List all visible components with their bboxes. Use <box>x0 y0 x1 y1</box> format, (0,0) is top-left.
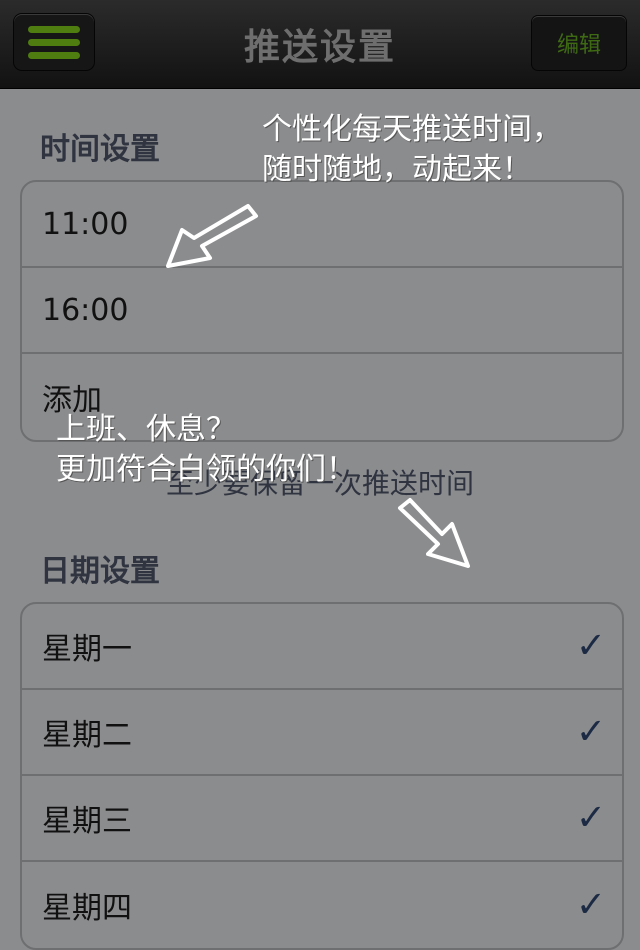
time-item[interactable]: 16:00 <box>22 268 622 354</box>
nav-bar: 推送设置 编辑 <box>0 0 640 89</box>
tutorial-note-line: 更加符合白领的你们！ <box>56 452 356 487</box>
date-item-thursday[interactable]: 星期四 ✓ <box>22 862 622 948</box>
date-item-label: 星期四 <box>42 891 132 926</box>
date-item-tuesday[interactable]: 星期二 ✓ <box>22 690 622 776</box>
checkmark-icon: ✓ <box>575 625 606 667</box>
checkmark-icon: ✓ <box>575 797 606 839</box>
edit-button[interactable]: 编辑 <box>532 16 626 70</box>
time-item[interactable]: 11:00 <box>22 182 622 268</box>
date-item-label: 星期一 <box>42 632 132 667</box>
date-item-monday[interactable]: 星期一 ✓ <box>22 604 622 690</box>
time-section-title: 时间设置 <box>40 132 160 167</box>
arrow-down-right-icon <box>398 498 470 568</box>
checkmark-icon: ✓ <box>575 711 606 753</box>
date-list: 星期一 ✓ 星期二 ✓ 星期三 ✓ 星期四 ✓ <box>20 602 624 950</box>
time-list: 11:00 16:00 添加 <box>20 180 624 442</box>
tutorial-note-line: 随时随地，动起来！ <box>262 152 532 187</box>
tutorial-note-line: 个性化每天推送时间， <box>262 112 562 147</box>
tutorial-note-top: 个性化每天推送时间， 随时随地，动起来！ <box>262 110 562 190</box>
menu-icon-line <box>28 38 80 46</box>
date-item-label: 星期二 <box>42 718 132 753</box>
tutorial-note-middle: 上班、休息？ 更加符合白领的你们！ <box>56 410 356 490</box>
time-item-label: 11:00 <box>42 206 129 242</box>
checkmark-icon: ✓ <box>575 884 606 926</box>
date-item-wednesday[interactable]: 星期三 ✓ <box>22 776 622 862</box>
date-item-label: 星期三 <box>42 804 132 839</box>
tutorial-note-line: 上班、休息？ <box>56 412 236 447</box>
page-title: 推送设置 <box>243 27 396 68</box>
menu-button[interactable] <box>14 14 94 70</box>
arrow-down-left-icon <box>166 204 258 268</box>
date-section-title: 日期设置 <box>40 554 160 589</box>
menu-icon <box>28 25 80 33</box>
menu-icon-line <box>28 51 80 59</box>
time-item-label: 16:00 <box>42 292 129 328</box>
